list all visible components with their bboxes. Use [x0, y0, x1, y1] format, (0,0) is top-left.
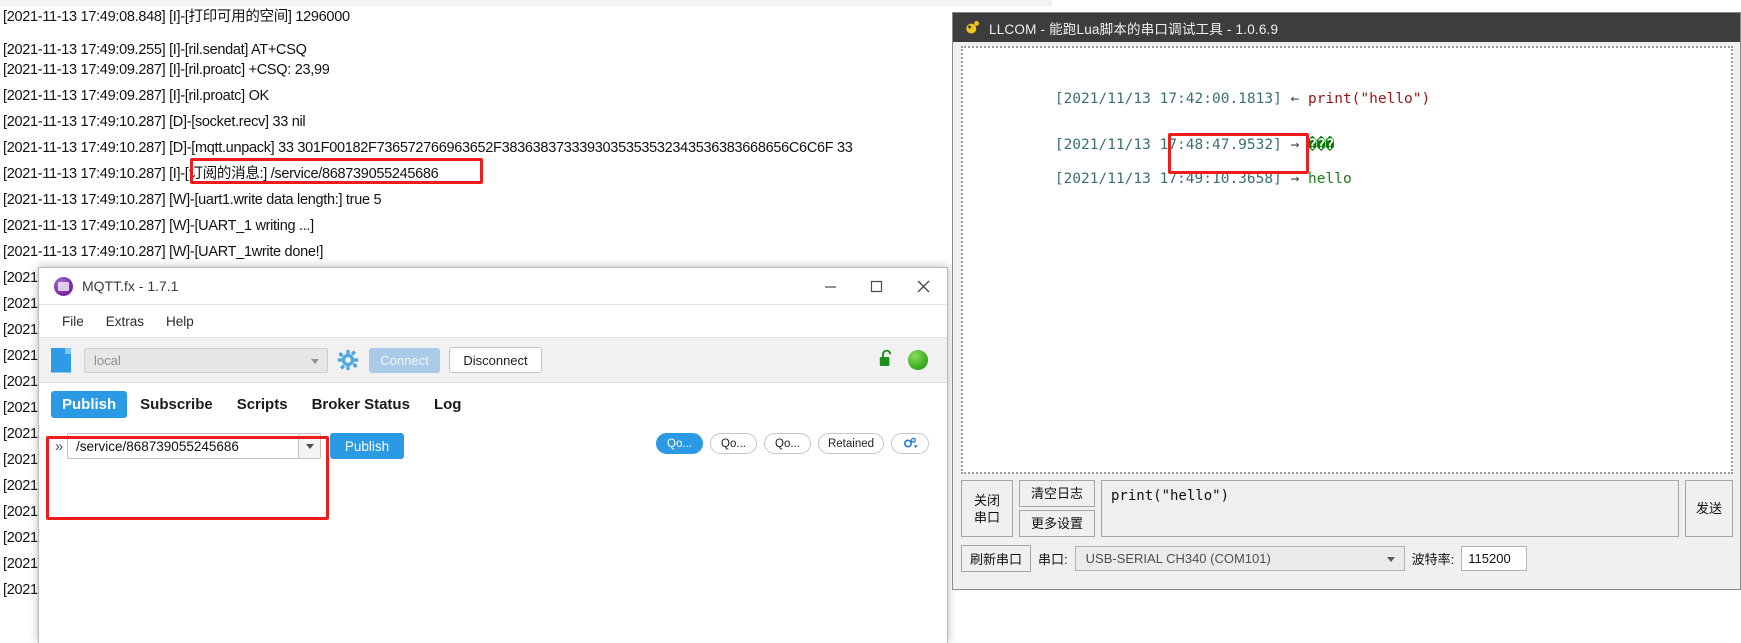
port-select-value: USB-SERIAL CH340 (COM101)	[1085, 550, 1271, 566]
mqttfx-tabbar[interactable]: Publish Subscribe Scripts Broker Status …	[39, 383, 947, 425]
menu-item-extras[interactable]: Extras	[95, 311, 155, 332]
qos-1-button[interactable]: Qo...	[710, 433, 757, 454]
publish-button[interactable]: Publish	[330, 433, 404, 459]
refresh-port-button[interactable]: 刷新串口	[961, 544, 1032, 572]
more-settings-button[interactable]: 更多设置	[1019, 510, 1095, 537]
baud-input[interactable]: 115200	[1461, 545, 1528, 571]
llcom-log-text: hello	[1308, 171, 1352, 187]
log-line: [2021-11-13 17:49:10.287] [D]-[mqtt.unpa…	[3, 140, 853, 156]
mqttfx-menubar[interactable]: File Extras Help	[39, 305, 947, 338]
llcom-log-timestamp: [2021/11/13 17:48:47.9532]	[1054, 137, 1282, 153]
llcom-logo-icon	[965, 20, 980, 35]
publish-settings-menu-button[interactable]	[891, 433, 929, 454]
topic-dropdown-button[interactable]	[299, 433, 321, 459]
llcom-log-text: ���	[1308, 137, 1335, 153]
chevron-down-icon	[311, 358, 319, 364]
llcom-log-arrow-icon: →	[1290, 137, 1300, 153]
close-serial-label: 关闭 串口	[973, 492, 1000, 525]
mqttfx-window-title: MQTT.fx - 1.7.1	[82, 278, 179, 294]
gear-icon[interactable]	[337, 349, 359, 371]
llcom-log-entry: [2021/11/13 17:42:00.1813] ← print("hell…	[985, 75, 1430, 123]
baud-label: 波特率:	[1411, 551, 1455, 567]
port-label: 串口:	[1038, 551, 1068, 567]
publish-toolbar: » /service/868739055245686 Publish Qo...…	[39, 425, 947, 467]
llcom-log-entry: [2021/11/13 17:49:10.3658] → hello	[985, 155, 1352, 203]
llcom-window[interactable]: LLCOM - 能跑Lua脚本的串口调试工具 - 1.0.6.9 [2021/1…	[952, 12, 1741, 590]
llcom-log-text: print("hello")	[1308, 91, 1431, 107]
log-line: [2021-11-13 17:49:09.255] [I]-[ril.senda…	[3, 42, 307, 58]
command-input[interactable]: print("hello")	[1101, 480, 1679, 537]
log-line-subscribed-message: [2021-11-13 17:49:10.287] [I]-[订阅的消息:] /…	[3, 166, 439, 182]
minimize-icon[interactable]	[807, 268, 853, 304]
clear-log-button[interactable]: 清空日志	[1019, 480, 1095, 507]
menu-item-help[interactable]: Help	[155, 311, 205, 332]
chevron-down-icon	[1386, 556, 1395, 562]
qos-0-button[interactable]: Qo...	[656, 433, 703, 454]
console-top-strip	[0, 0, 1052, 6]
lock-open-icon	[879, 349, 895, 368]
topic-input[interactable]: /service/868739055245686	[67, 433, 299, 459]
qos-2-button[interactable]: Qo...	[764, 433, 811, 454]
mqttfx-connection-bar: local Connect Disconnect	[39, 338, 947, 383]
connection-profile-select[interactable]: local	[84, 347, 328, 373]
log-line: [2021-11-13 17:49:10.287] [W]-[uart1.wri…	[3, 192, 382, 208]
mqttfx-logo-icon	[54, 276, 73, 296]
send-button[interactable]: 发送	[1685, 480, 1733, 537]
qos-button-group: Qo... Qo... Qo... Retained	[656, 433, 929, 454]
mqttfx-window-controls	[807, 268, 947, 304]
tab-log[interactable]: Log	[423, 391, 473, 418]
close-serial-button[interactable]: 关闭 串口	[961, 480, 1013, 537]
llcom-log-timestamp: [2021/11/13 17:42:00.1813]	[1054, 91, 1282, 107]
connection-status-indicator	[908, 350, 928, 370]
llcom-log-arrow-icon: →	[1290, 171, 1300, 187]
llcom-log-timestamp: [2021/11/13 17:49:10.3658]	[1054, 171, 1282, 187]
menu-item-file[interactable]: File	[51, 311, 95, 332]
tab-subscribe[interactable]: Subscribe	[129, 391, 224, 418]
maximize-icon[interactable]	[853, 268, 899, 304]
llcom-serial-bar: 刷新串口 串口: USB-SERIAL CH340 (COM101) 波特率: …	[961, 543, 1733, 573]
llcom-window-title: LLCOM - 能跑Lua脚本的串口调试工具 - 1.0.6.9	[989, 21, 1279, 37]
tab-scripts[interactable]: Scripts	[226, 391, 299, 418]
expand-chevron-icon[interactable]: »	[51, 438, 67, 455]
llcom-secondary-buttons: 清空日志 更多设置	[1019, 480, 1095, 537]
llcom-command-bar: 关闭 串口 清空日志 更多设置 print("hello") 发送	[961, 480, 1733, 537]
screenshot-root: [2021-11-13 17:49:08.848] [I]-[打印可用的空间] …	[0, 0, 1741, 643]
tab-publish[interactable]: Publish	[51, 390, 128, 418]
log-line: [2021-11-13 17:49:10.287] [W]-[UART_1 wr…	[3, 218, 314, 234]
retained-button[interactable]: Retained	[818, 433, 884, 454]
tab-broker-status[interactable]: Broker Status	[301, 391, 421, 418]
log-line: [2021-11-13 17:49:09.287] [I]-[ril.proat…	[3, 62, 330, 78]
connection-profile-value: local	[94, 352, 121, 368]
mqttfx-window[interactable]: MQTT.fx - 1.7.1 File Extras Help local C…	[38, 267, 948, 643]
log-line: [2021-11-13 17:49:09.287] [I]-[ril.proat…	[3, 88, 269, 104]
llcom-log-arrow-icon: ←	[1290, 91, 1300, 107]
port-select[interactable]: USB-SERIAL CH340 (COM101)	[1074, 545, 1405, 571]
llcom-titlebar[interactable]: LLCOM - 能跑Lua脚本的串口调试工具 - 1.0.6.9	[953, 13, 1740, 42]
close-icon[interactable]	[899, 268, 947, 304]
log-line: [2021-11-13 17:49:10.287] [D]-[socket.re…	[3, 114, 306, 130]
llcom-log-output[interactable]: [2021/11/13 17:42:00.1813] ← print("hell…	[961, 46, 1733, 474]
profile-document-icon[interactable]	[51, 347, 71, 373]
connect-button[interactable]: Connect	[369, 347, 440, 373]
disconnect-button[interactable]: Disconnect	[449, 347, 542, 373]
log-line: [2021-11-13 17:49:08.848] [I]-[打印可用的空间] …	[3, 9, 350, 25]
mqttfx-titlebar[interactable]: MQTT.fx - 1.7.1	[39, 268, 947, 305]
log-line: [2021-11-13 17:49:10.287] [W]-[UART_1wri…	[3, 244, 324, 260]
